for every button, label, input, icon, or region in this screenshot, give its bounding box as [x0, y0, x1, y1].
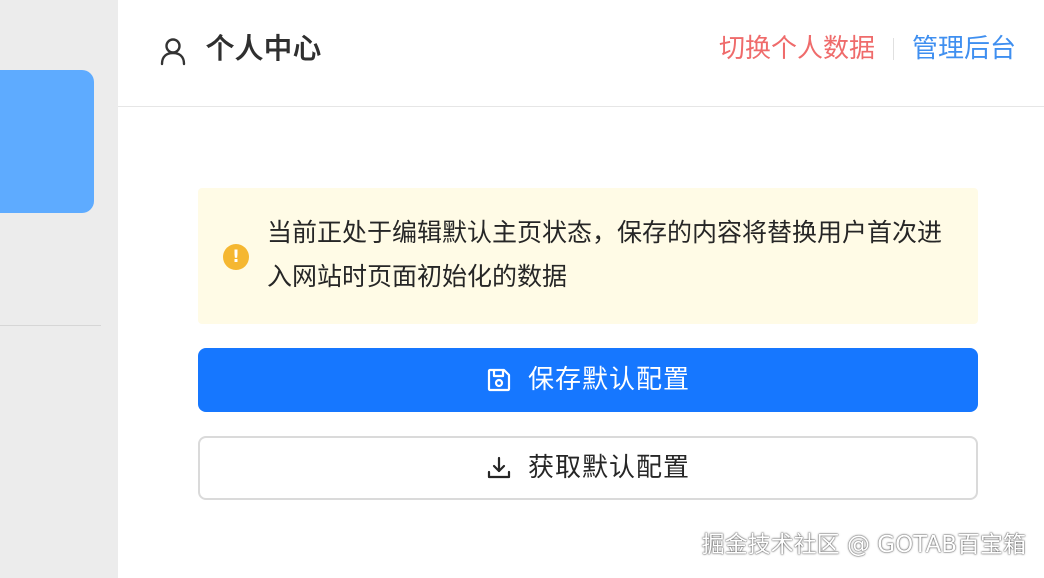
header-actions: 切换个人数据 管理后台 — [719, 29, 1016, 69]
page-title: 个人中心 — [206, 32, 323, 65]
sidebar-active-card[interactable] — [0, 70, 94, 213]
personal-center-panel: 个人中心 切换个人数据 管理后台 ! 当前正处于编辑默认主页状态，保存的内容将替… — [118, 0, 1044, 578]
notice-text: 当前正处于编辑默认主页状态，保存的内容将替换用户首次进入网站时页面初始化的数据 — [267, 218, 943, 291]
sidebar-divider — [0, 325, 101, 326]
fetch-default-config-button[interactable]: 获取默认配置 — [198, 436, 978, 500]
edit-mode-notice: ! 当前正处于编辑默认主页状态，保存的内容将替换用户首次进入网站时页面初始化的数… — [198, 188, 978, 324]
panel-header: 个人中心 切换个人数据 管理后台 — [118, 0, 1044, 107]
watermark: 掘金技术社区 @ GOTAB百宝箱 — [701, 532, 1026, 558]
user-icon — [160, 38, 186, 66]
fetch-button-label: 获取默认配置 — [527, 453, 690, 483]
app-root: 个人中心 切换个人数据 管理后台 ! 当前正处于编辑默认主页状态，保存的内容将替… — [0, 0, 1044, 578]
admin-backend-link[interactable]: 管理后台 — [912, 29, 1016, 69]
header-separator — [892, 38, 894, 60]
save-icon — [487, 368, 511, 392]
left-sidebar — [0, 0, 118, 578]
warning-icon: ! — [223, 244, 249, 270]
save-button-label: 保存默认配置 — [527, 365, 690, 395]
download-icon — [487, 456, 511, 479]
switch-personal-data-link[interactable]: 切换个人数据 — [719, 29, 875, 69]
save-default-config-button[interactable]: 保存默认配置 — [198, 348, 978, 412]
